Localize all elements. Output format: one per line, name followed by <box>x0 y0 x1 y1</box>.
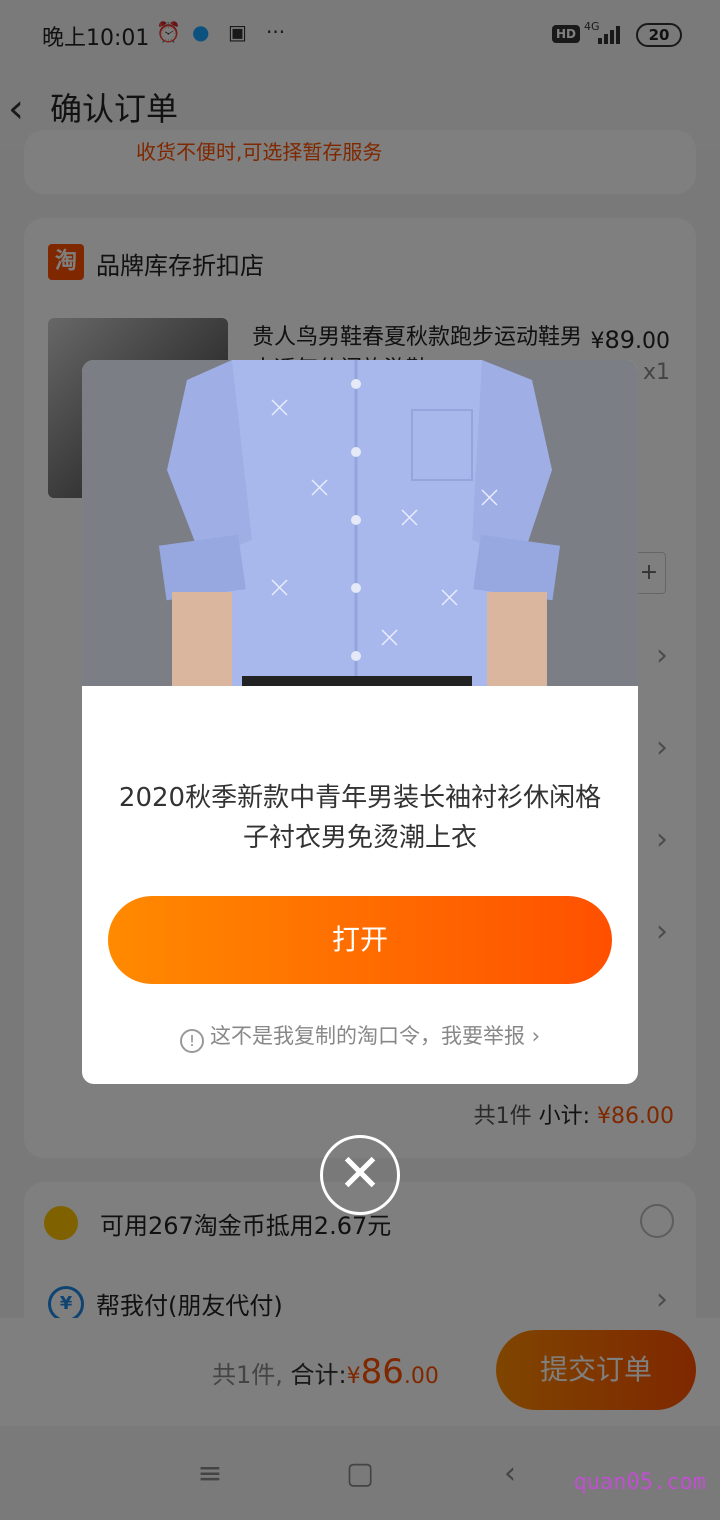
watermark: quan05.com <box>573 1470 706 1495</box>
product-image <box>82 360 638 686</box>
report-link[interactable]: ! 这不是我复制的淘口令，我要举报 › <box>82 1020 638 1053</box>
taokouling-modal: 2020秋季新款中青年男装长袖衬衫休闲格子衬衣男免烫潮上衣 打开 ! 这不是我复制… <box>82 360 638 1084</box>
open-button[interactable]: 打开 <box>108 896 612 984</box>
shirt-illustration <box>82 360 638 686</box>
chevron-right-icon: › <box>531 1024 541 1048</box>
modal-product-title: 2020秋季新款中青年男装长袖衬衫休闲格子衬衣男免烫潮上衣 <box>118 783 602 853</box>
report-text: 这不是我复制的淘口令，我要举报 <box>209 1024 525 1048</box>
close-icon[interactable]: ✕ <box>320 1135 400 1215</box>
info-icon: ! <box>179 1029 204 1053</box>
